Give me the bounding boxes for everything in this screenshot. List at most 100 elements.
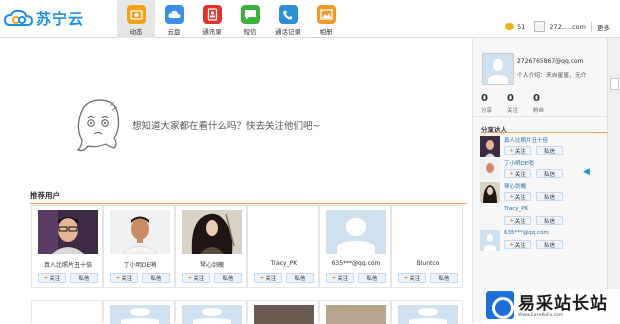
- follow-button[interactable]: + 关注: [110, 273, 138, 283]
- nav-cloud[interactable]: 云盘: [155, 0, 193, 38]
- user-name[interactable]: Tracy_PK: [248, 260, 320, 267]
- nav-call-log[interactable]: 通话记录: [269, 0, 307, 38]
- nav-feed[interactable]: 动态: [117, 0, 155, 38]
- default-avatar-icon[interactable]: [480, 230, 500, 251]
- user-avatar[interactable]: [254, 305, 314, 324]
- message-label: 私信: [294, 276, 306, 282]
- user-avatar[interactable]: [110, 210, 170, 254]
- stat-label: 分享: [481, 108, 493, 114]
- stat-count: 0: [481, 93, 488, 104]
- user-card: [391, 300, 463, 324]
- user-actions: + 关注 私信: [38, 273, 98, 283]
- account-name[interactable]: 272.....com: [549, 23, 586, 31]
- profile-sidebar: 2726765867@qq.com 个人介绍：来自星星，无介 0 分享 0 关注…: [472, 38, 620, 323]
- message-button[interactable]: 私信: [214, 273, 242, 283]
- user-actions: + 关注 私信: [182, 273, 242, 283]
- follow-button[interactable]: + 关注: [504, 169, 531, 178]
- stat-count: 0: [533, 93, 540, 104]
- nav-contacts[interactable]: 通讯录: [193, 0, 231, 38]
- default-avatar-icon[interactable]: [110, 305, 170, 324]
- cloud-logo-icon: [4, 9, 34, 26]
- follow-button[interactable]: + 关注: [326, 273, 354, 283]
- user-avatar[interactable]: [398, 210, 458, 254]
- user-avatar[interactable]: [254, 210, 314, 254]
- follow-label: 关注: [514, 148, 526, 155]
- expert-name[interactable]: 635***@qq.com: [504, 230, 549, 236]
- follow-label: 关注: [337, 276, 349, 282]
- default-avatar-icon[interactable]: [398, 305, 458, 324]
- follow-label: 关注: [121, 276, 133, 282]
- stat-shares[interactable]: 0 分享: [481, 93, 507, 115]
- default-avatar-icon[interactable]: [182, 305, 242, 324]
- message-button[interactable]: 私信: [536, 146, 563, 155]
- message-button[interactable]: 私信: [286, 273, 314, 283]
- user-name[interactable]: Bluntco: [392, 260, 464, 267]
- nav-album[interactable]: 相册: [307, 0, 345, 38]
- message-button[interactable]: 私信: [536, 192, 563, 201]
- follow-button[interactable]: + 关注: [504, 146, 531, 155]
- profile-intro: 个人介绍：来自星星，无介: [517, 73, 587, 79]
- user-card: [103, 300, 175, 324]
- expert-name[interactable]: 真人比照片丑十倍: [504, 136, 548, 144]
- cloud-icon: [164, 5, 184, 24]
- message-label: 私信: [438, 276, 450, 282]
- nav-sms[interactable]: 短信: [231, 0, 269, 38]
- profile-id[interactable]: 2726765867@qq.com: [517, 58, 584, 65]
- follow-button[interactable]: + 关注: [504, 192, 531, 201]
- profile-avatar[interactable]: [482, 53, 514, 85]
- message-button[interactable]: 私信: [536, 169, 563, 178]
- follow-label: 关注: [193, 276, 205, 282]
- expert-name[interactable]: 琴心剑魄: [504, 182, 526, 190]
- message-button[interactable]: 私信: [536, 216, 563, 225]
- message-label: 私信: [78, 276, 90, 282]
- logo-text: 苏宁云: [36, 10, 85, 28]
- default-avatar-icon[interactable]: [326, 210, 386, 254]
- section-divider: [30, 203, 467, 204]
- follow-button[interactable]: + 关注: [254, 273, 282, 283]
- stat-followers[interactable]: 0 粉丝: [533, 93, 559, 115]
- more-link[interactable]: 更多: [597, 22, 610, 32]
- collapse-sidebar-icon[interactable]: ◀: [583, 167, 591, 179]
- side-panel-tab[interactable]: [607, 38, 620, 323]
- expert-name[interactable]: 丁小明DE哨: [504, 159, 534, 167]
- expert-avatar[interactable]: [480, 159, 500, 180]
- user-avatar[interactable]: [326, 305, 386, 324]
- follow-button[interactable]: + 关注: [504, 216, 531, 225]
- user-name[interactable]: 丁小明DE哨: [104, 260, 176, 269]
- recommended-title: 推荐用户: [30, 191, 60, 200]
- sms-icon: [240, 5, 260, 24]
- follow-button[interactable]: + 关注: [38, 273, 66, 283]
- expert-name[interactable]: Tracy_PK: [504, 206, 528, 212]
- user-avatar[interactable]: [182, 210, 242, 254]
- section-divider: [481, 132, 615, 133]
- empty-state-text: 想知道大家都在看什么吗？快去关注他们吧~: [132, 121, 321, 132]
- message-button[interactable]: 私信: [70, 273, 98, 283]
- message-button[interactable]: 私信: [358, 273, 386, 283]
- user-card: 635***@qq.com + 关注 私信: [319, 205, 391, 288]
- coin-icon: [505, 23, 515, 30]
- message-button[interactable]: 私信: [142, 273, 170, 283]
- contacts-icon: [202, 5, 222, 24]
- account-avatar[interactable]: [534, 21, 546, 32]
- expert-avatar[interactable]: [480, 182, 500, 203]
- follow-button[interactable]: + 关注: [398, 273, 426, 283]
- user-name[interactable]: 635***@qq.com: [320, 260, 392, 267]
- expert-avatar[interactable]: [480, 136, 500, 157]
- user-name[interactable]: 真人比照片丑十倍: [32, 260, 104, 269]
- follow-button[interactable]: + 关注: [504, 240, 531, 249]
- stat-following[interactable]: 0 关注: [507, 94, 533, 115]
- expert-item: 635***@qq.com + 关注 私信: [480, 230, 600, 254]
- app-logo[interactable]: 苏宁云: [4, 8, 84, 29]
- expert-actions: + 关注 私信: [504, 192, 563, 201]
- divider: [591, 21, 592, 32]
- empty-mascot-icon: [76, 99, 120, 152]
- user-avatar[interactable]: [38, 210, 98, 254]
- message-label: 私信: [543, 171, 555, 178]
- user-name[interactable]: 琴心剑魄: [176, 260, 248, 269]
- panel-handle-icon[interactable]: [610, 78, 619, 90]
- follow-button[interactable]: + 关注: [182, 273, 210, 283]
- message-label: 私信: [366, 276, 378, 282]
- message-button[interactable]: 私信: [536, 240, 563, 249]
- message-button[interactable]: 私信: [430, 273, 458, 283]
- expert-item: 丁小明DE哨 + 关注 私信: [480, 159, 600, 183]
